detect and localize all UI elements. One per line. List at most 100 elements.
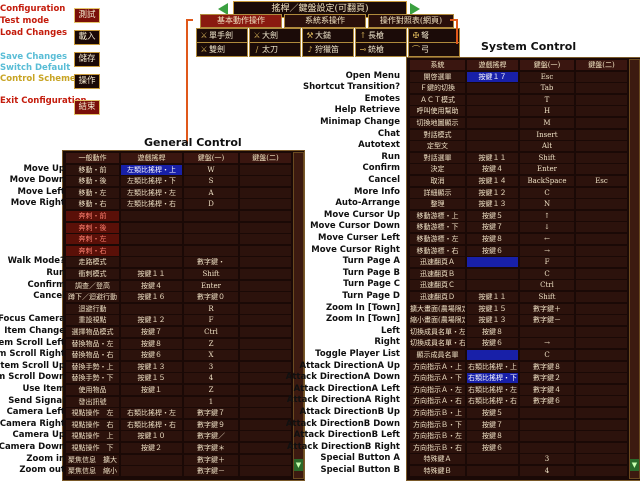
table-cell[interactable] <box>576 257 627 268</box>
table-cell[interactable] <box>576 152 627 163</box>
table-cell[interactable]: F <box>520 257 574 268</box>
table-cell[interactable]: 按鍵８ <box>467 234 518 244</box>
table-cell[interactable]: 按鍵８ <box>467 431 518 442</box>
table-cell[interactable] <box>576 245 627 256</box>
exit-button[interactable]: 結束 <box>74 100 100 115</box>
tab-reference-web[interactable]: 操作對照表(網頁) <box>368 14 454 28</box>
table-cell[interactable] <box>520 326 574 337</box>
table-cell[interactable]: 數字鍵・ <box>184 257 238 268</box>
table-cell[interactable]: 左類比搖桿・右 <box>121 199 182 210</box>
table-cell[interactable] <box>576 303 627 314</box>
table-cell[interactable]: F <box>184 315 238 326</box>
table-cell[interactable]: 按鍵６ <box>121 350 182 361</box>
table-cell[interactable] <box>240 338 291 349</box>
table-cell[interactable] <box>576 396 627 407</box>
table-cell[interactable] <box>121 211 182 221</box>
table-cell[interactable] <box>576 315 627 326</box>
system-scrollbar[interactable]: ▼ <box>629 59 640 479</box>
table-cell[interactable] <box>576 210 627 221</box>
table-cell[interactable] <box>240 303 291 314</box>
table-cell[interactable]: → <box>520 245 574 256</box>
weapon-button-dual-swords[interactable]: ⚔雙劍 <box>196 42 248 57</box>
table-cell[interactable]: 按鍵６ <box>467 245 518 256</box>
table-cell[interactable] <box>184 234 238 245</box>
table-cell[interactable] <box>240 315 291 326</box>
table-cell[interactable]: 數字鍵０ <box>184 292 238 303</box>
table-cell[interactable]: 右類比搖桿・下 <box>467 373 518 384</box>
table-cell[interactable] <box>576 338 627 349</box>
table-cell[interactable]: 按鍵１１ <box>467 292 518 302</box>
table-cell[interactable] <box>240 164 291 175</box>
table-cell[interactable]: Enter <box>184 280 238 291</box>
table-cell[interactable] <box>240 385 291 395</box>
table-cell[interactable] <box>240 408 291 419</box>
table-cell[interactable]: T <box>520 94 574 105</box>
table-cell[interactable]: 數字鍵＋ <box>520 303 574 314</box>
table-cell[interactable]: H <box>520 106 574 117</box>
weapon-button-bow[interactable]: ⌒弓 <box>408 42 460 57</box>
table-cell[interactable] <box>240 269 291 279</box>
table-cell[interactable]: 數字鍵４ <box>520 384 574 395</box>
table-cell[interactable] <box>576 280 627 291</box>
table-cell[interactable]: Alt <box>520 141 574 152</box>
weapon-button-sword[interactable]: ⚔單手劍 <box>196 28 248 43</box>
table-cell[interactable] <box>240 373 291 384</box>
table-cell[interactable] <box>576 384 627 395</box>
table-cell[interactable] <box>467 106 518 117</box>
table-cell[interactable]: 按鍵１ <box>121 385 182 395</box>
table-cell[interactable] <box>121 303 182 314</box>
table-cell[interactable]: 右類比搖桿・上 <box>467 361 518 372</box>
table-cell[interactable]: Z <box>184 385 238 395</box>
table-cell[interactable]: S <box>184 176 238 187</box>
table-cell[interactable]: 按鍵６ <box>467 442 518 453</box>
weapon-button-gunlance[interactable]: ⊸ 銃槍 <box>355 42 407 57</box>
table-cell[interactable] <box>121 245 182 256</box>
table-cell[interactable]: 按鍵１７ <box>467 71 518 82</box>
table-cell[interactable] <box>121 454 182 465</box>
table-cell[interactable] <box>184 222 238 233</box>
table-cell[interactable] <box>467 257 518 268</box>
table-cell[interactable]: 右類比搖桿・左 <box>467 384 518 395</box>
table-cell[interactable] <box>240 361 291 372</box>
table-cell[interactable]: 數字鍵＋ <box>184 454 238 465</box>
table-cell[interactable] <box>240 466 291 477</box>
table-cell[interactable]: 1 <box>184 396 238 407</box>
table-cell[interactable] <box>240 443 291 453</box>
table-cell[interactable]: 3 <box>184 361 238 372</box>
weapon-button-longsword[interactable]: / 太刀 <box>249 42 301 57</box>
table-cell[interactable]: 按鍵７ <box>467 419 518 430</box>
load-button[interactable]: 載入 <box>74 30 100 45</box>
table-cell[interactable] <box>467 118 518 128</box>
table-cell[interactable] <box>240 419 291 430</box>
table-cell[interactable]: 數字鍵／ <box>184 431 238 442</box>
table-cell[interactable]: 右類比搖桿・左 <box>121 408 182 419</box>
table-cell[interactable] <box>576 222 627 233</box>
table-cell[interactable] <box>184 211 238 221</box>
table-cell[interactable]: 按鍵１６ <box>121 292 182 303</box>
table-cell[interactable] <box>121 396 182 407</box>
table-cell[interactable]: 按鍵１１ <box>121 269 182 279</box>
table-cell[interactable] <box>240 199 291 210</box>
table-cell[interactable] <box>520 408 574 418</box>
table-cell[interactable]: R <box>184 303 238 314</box>
table-cell[interactable] <box>576 454 627 465</box>
table-cell[interactable]: Shift <box>184 269 238 279</box>
table-cell[interactable]: 按鍵１２ <box>467 187 518 198</box>
table-cell[interactable] <box>240 280 291 291</box>
table-cell[interactable] <box>240 211 291 221</box>
table-cell[interactable] <box>576 199 627 210</box>
table-cell[interactable] <box>576 373 627 384</box>
table-cell[interactable]: 數字鍵－ <box>184 466 238 477</box>
table-cell[interactable]: Insert <box>520 129 574 140</box>
table-cell[interactable]: 按鍵１３ <box>467 315 518 326</box>
table-cell[interactable] <box>184 245 238 256</box>
table-cell[interactable]: 按鍵５ <box>467 210 518 221</box>
table-cell[interactable]: 按鍵１５ <box>121 373 182 384</box>
table-cell[interactable] <box>240 234 291 245</box>
table-cell[interactable] <box>240 257 291 268</box>
table-cell[interactable] <box>520 431 574 442</box>
table-cell[interactable]: 左類比搖桿・上 <box>121 164 182 175</box>
control-scheme-button[interactable]: 操作 <box>74 74 100 89</box>
table-cell[interactable] <box>576 466 627 476</box>
table-cell[interactable]: M <box>520 118 574 128</box>
